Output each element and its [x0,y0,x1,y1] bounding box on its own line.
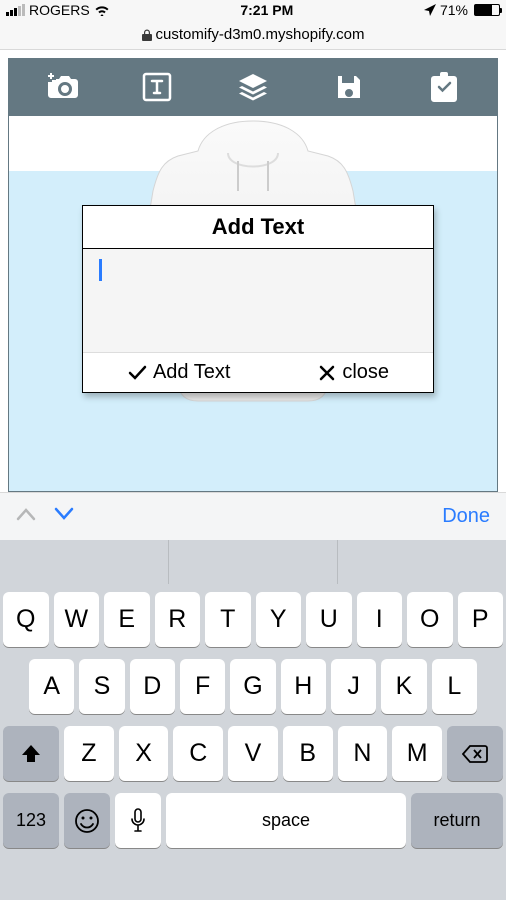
key-h[interactable]: H [281,659,326,714]
key-e[interactable]: E [104,592,150,647]
keyboard-suggestion-bar[interactable] [0,540,506,584]
key-space[interactable]: space [166,793,406,848]
key-g[interactable]: G [230,659,275,714]
key-123[interactable]: 123 [3,793,59,848]
emoji-icon [74,808,100,834]
keyboard-row-3: Z X C V B N M [3,726,503,781]
close-icon [318,364,336,382]
location-icon [424,4,436,16]
url-text: customify-d3m0.myshopify.com [156,26,365,43]
key-c[interactable]: C [173,726,223,781]
key-a[interactable]: A [29,659,74,714]
status-bar: ROGERS 7:21 PM 71% [0,0,506,20]
key-l[interactable]: L [432,659,477,714]
key-m[interactable]: M [392,726,442,781]
key-v[interactable]: V [228,726,278,781]
time-label: 7:21 PM [240,2,293,18]
text-cursor [99,259,102,281]
prev-field-button [16,507,36,521]
mic-icon [130,808,146,834]
done-button[interactable]: Done [442,505,490,528]
editor-toolbar [8,58,498,116]
key-x[interactable]: X [119,726,169,781]
key-k[interactable]: K [381,659,426,714]
key-r[interactable]: R [155,592,201,647]
close-modal-button[interactable]: close [318,361,389,384]
save-button[interactable] [329,67,369,107]
add-text-button[interactable] [137,67,177,107]
key-f[interactable]: F [180,659,225,714]
check-icon [127,363,147,383]
key-i[interactable]: I [357,592,403,647]
app-canvas-area: Add Text Add Text close [0,50,506,492]
confirm-add-text-button[interactable]: Add Text [127,361,230,384]
key-n[interactable]: N [338,726,388,781]
keyboard-row-1: Q W E R T Y U I O P [3,592,503,647]
battery-icon [474,4,500,16]
key-return[interactable]: return [411,793,503,848]
lock-icon [142,29,152,41]
backspace-icon [462,744,488,764]
confirm-label: Add Text [153,361,230,384]
browser-url-bar[interactable]: customify-d3m0.myshopify.com [0,20,506,50]
shift-icon [20,743,42,765]
key-j[interactable]: J [331,659,376,714]
signal-icon [6,4,25,16]
key-w[interactable]: W [54,592,100,647]
add-text-modal: Add Text Add Text close [82,205,434,393]
next-field-button[interactable] [54,507,74,521]
key-backspace[interactable] [447,726,503,781]
key-mic[interactable] [115,793,161,848]
key-z[interactable]: Z [64,726,114,781]
carrier-label: ROGERS [29,2,90,18]
key-shift[interactable] [3,726,59,781]
key-emoji[interactable] [64,793,110,848]
battery-pct: 71% [440,2,468,18]
keyboard-row-2: A S D F G H J K L [3,659,503,714]
close-label: close [342,361,389,384]
key-o[interactable]: O [407,592,453,647]
add-image-button[interactable] [42,67,82,107]
key-s[interactable]: S [79,659,124,714]
key-b[interactable]: B [283,726,333,781]
keyboard-accessory-bar: Done [0,492,506,540]
key-t[interactable]: T [205,592,251,647]
wifi-icon [94,4,110,16]
keyboard-row-4: 123 space return [3,793,503,848]
layers-button[interactable] [233,67,273,107]
key-d[interactable]: D [130,659,175,714]
keyboard: Q W E R T Y U I O P A S D F G H J K L Z … [0,584,506,900]
key-y[interactable]: Y [256,592,302,647]
key-q[interactable]: Q [3,592,49,647]
modal-title: Add Text [83,206,433,249]
checkout-button[interactable] [424,67,464,107]
text-input[interactable] [83,249,433,353]
key-p[interactable]: P [458,592,504,647]
key-u[interactable]: U [306,592,352,647]
